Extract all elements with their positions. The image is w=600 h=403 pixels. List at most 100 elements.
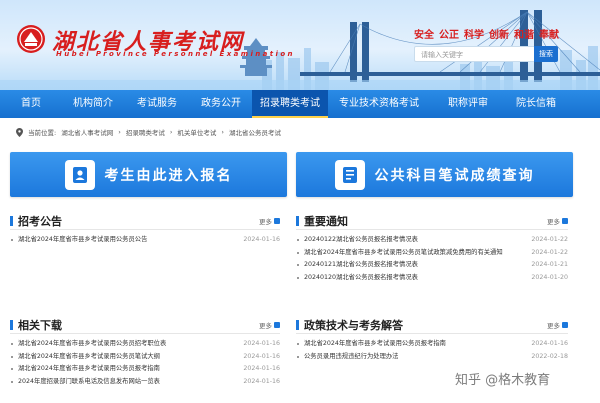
nav-item-home[interactable]: 首页: [0, 90, 62, 118]
breadcrumb-link[interactable]: 湖北省公务员考试: [229, 127, 281, 137]
breadcrumb-separator: ›: [221, 128, 225, 136]
nav-item-recruitment-exam[interactable]: 招录聘类考试: [252, 90, 328, 118]
more-link[interactable]: 更多: [259, 216, 280, 226]
list-item[interactable]: 湖北省2024年度省市县乡考试录用公务员公告 2024-01-16: [10, 234, 280, 247]
bullet-icon: [297, 343, 299, 345]
announcement-section: 招考公告 更多 湖北省2024年度省市县乡考试录用公务员公告 2024-01-16: [10, 212, 280, 247]
more-link[interactable]: 更多: [547, 320, 568, 330]
list-item[interactable]: 湖北省2024年度省市县乡考试录用公务员笔试大纲 2024-01-16: [10, 351, 280, 364]
slogan-word: 安全: [414, 30, 434, 41]
item-title: 20240121湖北省公务员报名报考情况表: [304, 261, 418, 269]
section-header: 相关下载 更多: [10, 316, 280, 334]
slogan-word: 奉献: [539, 30, 559, 41]
more-link[interactable]: 更多: [547, 216, 568, 226]
main-nav: 首页 机构简介 考试服务 政务公开 招录聘类考试 专业技术资格考试 职称评审 院…: [0, 90, 600, 118]
watermark: 知乎 @格木教育: [455, 373, 551, 388]
bullet-icon: [297, 264, 299, 267]
item-date: 2024-01-20: [531, 274, 568, 282]
location-pin-icon: [16, 127, 23, 137]
more-label: 更多: [547, 218, 560, 226]
item-title: 20240122湖北省公务员报名报考情况表: [304, 236, 418, 243]
nav-item-professional-qualification[interactable]: 专业技术资格考试: [328, 90, 430, 118]
breadcrumb-separator: ›: [118, 128, 121, 136]
bullet-icon: [11, 368, 13, 371]
nav-item-title-review[interactable]: 职称评审: [430, 90, 506, 118]
list-item[interactable]: 20240120湖北省公务员报名报考情况表 2024-01-20: [296, 272, 568, 285]
item-title: 20240120湖北省公务员报名报考情况表: [304, 274, 418, 282]
list-item[interactable]: 湖北省2024年度省市县乡考试录用公务员报考指南 2024-01-16: [10, 363, 280, 376]
slogan-word: 公正: [439, 30, 459, 41]
item-date: 2024-01-16: [243, 378, 280, 386]
section-title: 重要通知: [304, 215, 348, 228]
breadcrumb-link[interactable]: 机关单位考试: [177, 127, 216, 137]
more-link[interactable]: 更多: [259, 320, 280, 330]
item-date: 2024-01-16: [243, 236, 280, 243]
section-accent-bar: [296, 216, 299, 226]
item-title: 公务员录用违规违纪行为处理办法: [304, 352, 399, 360]
item-date: 2024-01-16: [243, 352, 280, 360]
score-query-button[interactable]: 公共科目笔试成绩查询: [296, 152, 573, 197]
nav-item-director-mailbox[interactable]: 院长信箱: [506, 90, 566, 118]
item-title: 湖北省2024年度省市县乡考试录用公务员报考指南: [304, 340, 446, 347]
score-sheet-icon: [334, 159, 365, 190]
more-label: 更多: [259, 218, 272, 226]
site-logo-icon: [17, 25, 45, 53]
slogan-word: 创新: [489, 30, 509, 41]
arrow-right-icon: [274, 218, 280, 224]
list-item[interactable]: 20240121湖北省公务员报名报考情况表 2024-01-21: [296, 259, 568, 272]
id-card-icon: [64, 159, 95, 190]
register-entry-button[interactable]: 考生由此进入报名: [10, 152, 287, 197]
breadcrumb-link[interactable]: 招录聘类考试: [126, 127, 165, 137]
list-item[interactable]: 湖北省2024年度省市县乡考试录用公务员笔试政策减免费用的有关通知 2024-01…: [296, 247, 568, 260]
item-date: 2024-01-16: [243, 365, 280, 373]
section-header: 重要通知 更多: [296, 212, 568, 230]
bullet-icon: [297, 251, 299, 254]
bullet-icon: [11, 239, 13, 241]
item-date: 2024-01-22: [531, 248, 568, 256]
download-section: 相关下载 更多 湖北省2024年度省市县乡考试录用公务员招考职位表 2024-01…: [10, 316, 280, 389]
item-title: 湖北省2024年度省市县乡考试录用公务员报考指南: [18, 365, 160, 373]
notice-section: 重要通知 更多 20240122湖北省公务员报名报考情况表 2024-01-22 …: [296, 212, 568, 285]
search-button[interactable]: 搜索: [534, 46, 558, 62]
more-label: 更多: [547, 322, 560, 330]
bullet-icon: [11, 343, 13, 345]
list-item[interactable]: 20240122湖北省公务员报名报考情况表 2024-01-22: [296, 234, 568, 247]
nav-item-gov-affairs[interactable]: 政务公开: [190, 90, 252, 118]
section-accent-bar: [10, 320, 13, 330]
score-query-label: 公共科目笔试成绩查询: [374, 167, 535, 184]
list-item[interactable]: 公务员录用违规违纪行为处理办法 2022-02-18: [296, 351, 568, 364]
bullet-icon: [297, 239, 299, 241]
arrow-right-icon: [562, 322, 568, 328]
item-title: 2024年度招录部门联系电话及信息发布网站一览表: [18, 378, 160, 386]
section-header: 政策技术与考务解答 更多: [296, 316, 568, 334]
breadcrumb: 当前位置: 湖北省人事考试网 › 招录聘类考试 › 机关单位考试 › 湖北省公务…: [16, 125, 281, 139]
item-title: 湖北省2024年度省市县乡考试录用公务员笔试政策减免费用的有关通知: [304, 248, 503, 256]
slogan-word: 和谐: [514, 30, 534, 41]
breadcrumb-separator: ›: [169, 128, 173, 136]
list-item[interactable]: 湖北省2024年度省市县乡考试录用公务员招考职位表 2024-01-16: [10, 338, 280, 351]
item-title: 湖北省2024年度省市县乡考试录用公务员公告: [18, 236, 148, 243]
breadcrumb-link[interactable]: 湖北省人事考试网: [61, 127, 113, 137]
item-title: 湖北省2024年度省市县乡考试录用公务员笔试大纲: [18, 352, 160, 360]
section-accent-bar: [296, 320, 299, 330]
item-date: 2024-01-21: [531, 261, 568, 269]
slogan-word: 科学: [464, 30, 484, 41]
nav-item-about[interactable]: 机构简介: [62, 90, 124, 118]
list-item[interactable]: 湖北省2024年度省市县乡考试录用公务员报考指南 2024-01-16: [296, 338, 568, 351]
bullet-icon: [11, 355, 13, 358]
section-header: 招考公告 更多: [10, 212, 280, 230]
section-title: 招考公告: [18, 215, 62, 228]
section-title: 政策技术与考务解答: [304, 319, 403, 332]
header-banner: 湖北省人事考试网 Hubei Province Personnel Examin…: [0, 0, 600, 90]
section-accent-bar: [10, 216, 13, 226]
policy-faq-section: 政策技术与考务解答 更多 湖北省2024年度省市县乡考试录用公务员报考指南 202…: [296, 316, 568, 363]
more-label: 更多: [259, 322, 272, 330]
site-subtitle: Hubei Province Personnel Examination: [56, 50, 295, 58]
slogan: 安全 公正 科学 创新 和谐 奉献: [414, 26, 559, 41]
item-date: 2022-02-18: [531, 352, 568, 360]
list-item[interactable]: 2024年度招录部门联系电话及信息发布网站一览表 2024-01-16: [10, 376, 280, 389]
item-date: 2024-01-22: [531, 236, 568, 243]
arrow-right-icon: [274, 322, 280, 328]
nav-item-exam-service[interactable]: 考试服务: [124, 90, 190, 118]
item-date: 2024-01-16: [243, 340, 280, 347]
